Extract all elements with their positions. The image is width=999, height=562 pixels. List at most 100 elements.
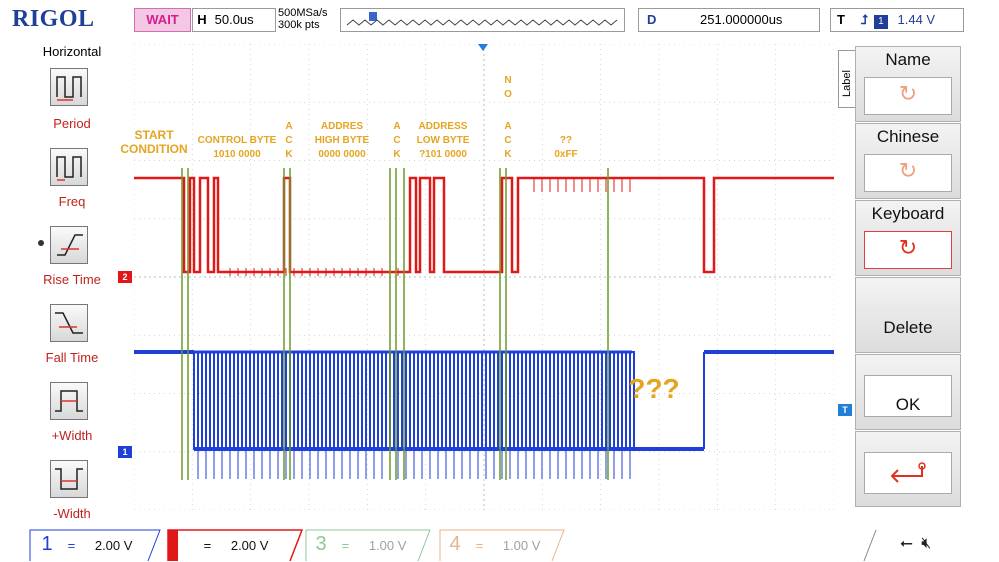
minus-width-button[interactable] (50, 460, 88, 498)
trigger-source: 1 (873, 15, 888, 29)
dc-coupling-icon: = (341, 538, 350, 553)
rising-edge-icon: ⮥ (860, 12, 869, 27)
channel-3-number: 3 (315, 533, 327, 555)
channel-4-scale: 1.00 V (502, 538, 541, 553)
annotation-text: C (504, 135, 512, 146)
annotation-text: ADDRESS (418, 121, 468, 132)
annotation-text: ?? (559, 135, 573, 146)
dc-coupling-icon: = (475, 538, 484, 553)
channel-4-tab[interactable]: 4 = 1.00 V (444, 528, 540, 560)
channel-2-tab[interactable]: 2 = 2.00 V (172, 528, 268, 560)
annotation-ack-2: A C K (390, 120, 404, 162)
timebase-label: H (197, 12, 207, 27)
rotate-knob-icon: ↻ (898, 158, 918, 183)
annotation-data-byte: ?? 0xFF (546, 134, 586, 162)
status-icons: ⭠ 🔇︎ (900, 528, 931, 560)
rise-time-button[interactable] (50, 226, 88, 264)
minus-width-label: -Width (53, 506, 91, 521)
fall-time-label: Fall Time (45, 350, 99, 365)
annotation-nack: N O A C K (501, 74, 515, 162)
name-button[interactable]: Name ↻ (855, 46, 961, 122)
annotation-text: K (504, 149, 512, 160)
annotation-text: CONDITION (120, 142, 188, 156)
channel-1-scale: 2.00 V (94, 538, 133, 553)
channel-3-scale: 1.00 V (368, 538, 407, 553)
ch2-ground-marker[interactable]: 2 (118, 271, 132, 283)
speaker-muted-icon: 🔇︎ (921, 535, 932, 552)
label-tab-text: Label (841, 70, 853, 97)
name-button-label: Name (885, 50, 931, 69)
delete-button-label: Delete (883, 318, 933, 337)
annotation-text: O (504, 89, 512, 100)
rise-time-icon (57, 234, 83, 256)
delay-box[interactable]: D 251.000000us (638, 8, 820, 32)
ok-button-label: OK (895, 395, 921, 414)
annotation-text: A (285, 121, 293, 132)
memory-depth: 300k pts (278, 19, 320, 31)
plus-width-button[interactable] (50, 382, 88, 420)
channel-2-scale: 2.00 V (230, 538, 269, 553)
delay-value: 251.000000us (700, 12, 783, 27)
annotation-start-condition: START CONDITION (118, 128, 190, 156)
annotation-text: CONTROL BYTE (197, 135, 277, 146)
period-label: Period (53, 116, 91, 131)
fall-time-icon (55, 312, 83, 334)
delay-label: D (647, 12, 657, 27)
trigger-level-marker[interactable]: T (838, 404, 852, 416)
chinese-button[interactable]: Chinese ↻ (855, 123, 961, 199)
selector-dot (38, 240, 44, 246)
annotation-text: HIGH BYTE (314, 135, 370, 146)
enter-button[interactable] (855, 431, 961, 507)
annotation-text: A (504, 121, 512, 132)
delete-button[interactable]: Delete (855, 277, 961, 353)
annotation-control-byte: CONTROL BYTE 1010 0000 (194, 134, 280, 162)
annotation-text: ?101 0000 (419, 149, 467, 160)
fall-time-button[interactable] (50, 304, 88, 342)
annotation-address-low: ADDRESS LOW BYTE ?101 0000 (410, 120, 476, 162)
rotate-knob-icon: ↻ (898, 81, 918, 106)
annotation-address-high: ADDRES HIGH BYTE 0000 0000 (306, 120, 378, 162)
plus-width-label: +Width (51, 428, 93, 443)
ok-button[interactable]: OK (855, 354, 961, 430)
annotation-text: C (393, 135, 401, 146)
channel-bar: 1 = 2.00 V 2 = 2.00 V 3 = 1.00 V 4 = 1.0… (0, 528, 999, 562)
memory-overview[interactable] (340, 8, 625, 32)
annotation-text: START (134, 128, 174, 142)
trigger-position-marker (478, 44, 488, 51)
horizontal-measure-menu: Horizontal Period Freq Rise Time Fall Ti… (38, 42, 106, 524)
menu-title: Horizontal (42, 44, 102, 59)
annotation-text: A (393, 121, 401, 132)
rotate-knob-icon: ↻ (898, 235, 918, 260)
annotation-text: LOW BYTE (416, 135, 470, 146)
sample-rate: 500MSa/s (278, 7, 328, 19)
annotation-text: N (504, 75, 512, 86)
annotation-text: K (285, 149, 293, 160)
channel-1-number: 1 (41, 533, 53, 555)
timebase-box[interactable]: H 50.0us (192, 8, 276, 32)
annotation-ack-1: A C K (282, 120, 296, 162)
channel-1-tab[interactable]: 1 = 2.00 V (36, 528, 132, 560)
dc-coupling-icon: = (203, 538, 212, 553)
annotation-question: ??? (628, 373, 680, 404)
ch1-clock-trace (193, 351, 635, 450)
annotation-text: 0000 0000 (318, 149, 366, 160)
annotation-text: 1010 0000 (213, 149, 261, 160)
trigger-level: 1.44 V (897, 12, 936, 27)
annotation-text: C (285, 135, 293, 146)
keyboard-button[interactable]: Keyboard ↻ (855, 200, 961, 276)
trigger-box[interactable]: T ⮥ 1 1.44 V (830, 8, 964, 32)
waveform-canvas (133, 43, 835, 511)
ch1-ground-marker[interactable]: 1 (118, 446, 132, 458)
freq-button[interactable] (50, 148, 88, 186)
freq-icon (56, 156, 82, 181)
chinese-button-label: Chinese (876, 127, 940, 146)
dc-coupling-icon: = (67, 538, 76, 553)
channel-4-number: 4 (449, 533, 461, 555)
usb-icon: ⭠ (900, 535, 913, 552)
waveform-display[interactable]: START CONDITION CONTROL BYTE 1010 0000 A… (120, 43, 835, 511)
rise-time-label: Rise Time (43, 272, 101, 287)
trigger-label: T (837, 12, 845, 27)
period-button[interactable] (50, 68, 88, 106)
annotation-text: 0xFF (554, 149, 578, 160)
channel-3-tab[interactable]: 3 = 1.00 V (310, 528, 406, 560)
